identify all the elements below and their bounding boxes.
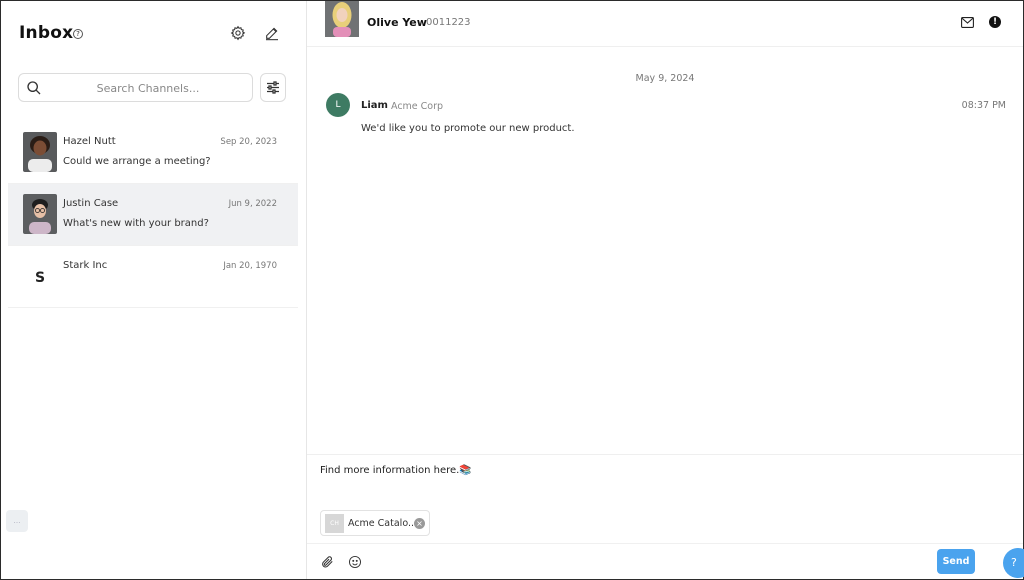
sidebar: Inbox ? Search Channels... Hazel Nutt Se…	[1, 1, 307, 579]
date-separator: May 9, 2024	[635, 73, 695, 84]
chat-header: Olive Yew 0011223 !	[307, 1, 1023, 47]
message-time: 08:37 PM	[961, 100, 1006, 111]
gear-icon[interactable]	[230, 25, 246, 41]
avatar	[23, 132, 57, 172]
avatar-letter: S	[34, 270, 46, 286]
conversation-date: Sep 20, 2023	[220, 137, 277, 147]
conversation-list: Hazel Nutt Sep 20, 2023 Could we arrange…	[8, 122, 298, 308]
conversation-name: Hazel Nutt	[63, 136, 116, 147]
send-button[interactable]: Send	[937, 549, 975, 574]
conversation-date: Jan 20, 1970	[223, 261, 277, 271]
conversation-preview: Could we arrange a meeting?	[63, 156, 211, 167]
conversation-name: Stark Inc	[63, 260, 108, 271]
message-company: Acme Corp	[391, 101, 444, 112]
collapse-handle[interactable]: …	[6, 510, 28, 532]
contact-avatar	[325, 1, 359, 37]
chat-panel: Olive Yew 0011223 ! May 9, 2024 L Liam A…	[307, 1, 1024, 580]
composer-text: Find more information here.	[320, 465, 460, 476]
search-icon	[27, 81, 41, 95]
conversation-date: Jun 9, 2022	[228, 199, 277, 209]
paperclip-icon[interactable]	[320, 555, 334, 569]
emoji-icon[interactable]	[348, 555, 362, 569]
avatar	[23, 194, 57, 234]
message-sender: Liam	[361, 100, 388, 111]
attachment-thumbnail: CH	[325, 514, 344, 533]
search-input[interactable]	[49, 78, 247, 98]
composer: Find more information here.📚 CH Acme Cat…	[307, 454, 1024, 580]
conversation-name: Justin Case	[63, 198, 119, 209]
inbox-title: Inbox	[19, 23, 74, 43]
alert-icon[interactable]: !	[989, 16, 1001, 28]
conversation-item-active[interactable]: Justin Case Jun 9, 2022 What's new with …	[8, 184, 298, 246]
message-avatar: L	[326, 93, 350, 117]
sidebar-header: Inbox ?	[19, 23, 289, 47]
pencil-icon[interactable]	[264, 25, 280, 41]
sliders-icon	[267, 81, 279, 94]
help-fab[interactable]: ?	[1003, 548, 1024, 578]
mail-icon[interactable]	[961, 17, 974, 28]
search-box	[18, 73, 253, 102]
attachment-chip[interactable]: CH Acme Catalo... ×	[320, 510, 430, 536]
attachment-name: Acme Catalo...	[348, 518, 418, 529]
filter-button[interactable]	[260, 73, 286, 102]
contact-id: 0011223	[426, 17, 471, 28]
conversation-item[interactable]: S Stark Inc Jan 20, 1970	[8, 246, 298, 308]
conversation-preview: What's new with your brand?	[63, 218, 209, 229]
composer-toolbar: Send ?	[307, 543, 1024, 580]
close-icon[interactable]: ×	[414, 518, 425, 529]
conversation-item[interactable]: Hazel Nutt Sep 20, 2023 Could we arrange…	[8, 122, 298, 184]
contact-name: Olive Yew	[367, 16, 427, 29]
composer-input[interactable]: Find more information here.📚	[320, 465, 472, 476]
help-icon[interactable]: ?	[73, 29, 83, 39]
message-text: We'd like you to promote our new product…	[361, 123, 575, 134]
books-emoji-icon: 📚	[459, 465, 472, 476]
